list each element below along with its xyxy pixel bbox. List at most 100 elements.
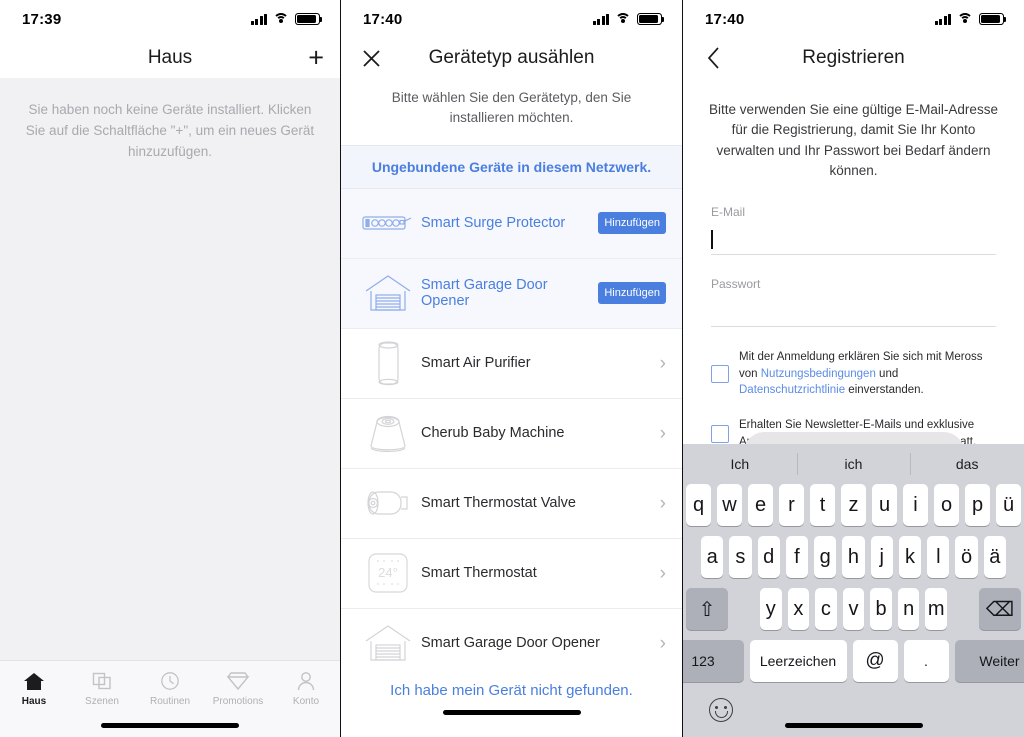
list-item[interactable]: 24° Smart Thermostat ›	[341, 539, 682, 609]
list-item-label: Cherub Baby Machine	[421, 425, 565, 441]
page-title: Gerätetyp ausählen	[428, 47, 595, 68]
key-i[interactable]: i	[903, 484, 928, 526]
key-n[interactable]: n	[897, 588, 920, 630]
key-l[interactable]: l	[927, 536, 950, 578]
list-item[interactable]: Smart Surge Protector Hinzufügen	[341, 188, 682, 259]
register-navbar: Registrieren	[683, 38, 1024, 78]
tab-szenen[interactable]: Szenen	[68, 661, 136, 717]
terms-link[interactable]: Nutzungsbedingungen	[761, 368, 876, 380]
key-h[interactable]: h	[842, 536, 865, 578]
key-m[interactable]: m	[925, 588, 948, 630]
key-y[interactable]: y	[759, 588, 782, 630]
page-title: Registrieren	[802, 47, 905, 68]
key-u[interactable]: u	[872, 484, 897, 526]
key-uuml[interactable]: ü	[996, 484, 1021, 526]
key-c[interactable]: c	[815, 588, 837, 630]
key-k[interactable]: k	[898, 536, 922, 578]
list-item-label: Smart Garage Door Opener	[421, 277, 548, 309]
tab-konto-label: Konto	[292, 696, 320, 707]
shift-key[interactable]: ⇧	[685, 588, 728, 630]
list-item[interactable]: Cherub Baby Machine ›	[341, 399, 682, 469]
at-key[interactable]: @	[852, 640, 898, 682]
terms-checkbox[interactable]	[711, 365, 729, 383]
list-item[interactable]: Smart Garage Door Opener ›	[341, 609, 682, 679]
home-navbar: Haus +	[0, 38, 340, 78]
chevron-right-icon: ›	[659, 422, 666, 444]
chevron-right-icon: ›	[659, 492, 666, 514]
key-s[interactable]: s	[729, 536, 752, 578]
status-bar-clock: 17:40	[363, 10, 403, 28]
suggestion-1[interactable]: ich	[797, 456, 911, 472]
phone-screen-home: 17:39 Haus + Sie haben noch keine Geräte…	[0, 0, 341, 737]
key-auml[interactable]: ä	[983, 536, 1006, 578]
back-chevron-icon[interactable]	[699, 44, 727, 72]
newsletter-checkbox[interactable]	[711, 424, 729, 443]
status-bar-icons	[250, 13, 323, 25]
add-button[interactable]: Hinzufügen	[598, 282, 666, 304]
device-type-list: Smart Surge Protector Hinzufügen Smart G…	[341, 188, 682, 737]
key-p[interactable]: p	[965, 484, 990, 526]
list-item[interactable]: Smart Garage Door Opener Hinzufügen	[341, 258, 682, 329]
tab-promotions[interactable]: Promotions	[204, 661, 272, 717]
status-bar-icons	[934, 13, 1007, 25]
chevron-right-icon: ›	[659, 632, 666, 654]
chevron-right-icon: ›	[659, 352, 666, 374]
suggestion-2[interactable]: das	[910, 456, 1024, 472]
key-t[interactable]: t	[810, 484, 835, 526]
email-input[interactable]	[711, 225, 996, 255]
list-item[interactable]: Smart Thermostat Valve ›	[341, 469, 682, 539]
add-device-button[interactable]: +	[308, 44, 324, 72]
go-key[interactable]: Weiter	[954, 640, 1024, 682]
key-r[interactable]: r	[779, 484, 804, 526]
numbers-key[interactable]: 123	[683, 640, 744, 682]
keyboard-row-1: q w e r t z u i o p ü	[683, 484, 1024, 536]
password-label: Passwort	[711, 277, 761, 291]
device-not-found-link[interactable]: Ich habe mein Gerät nicht gefunden.	[341, 676, 682, 709]
tab-konto[interactable]: Konto	[272, 661, 340, 717]
privacy-link[interactable]: Datenschutzrichtlinie	[739, 384, 845, 396]
key-x[interactable]: x	[787, 588, 810, 630]
dot-key[interactable]: .	[903, 640, 949, 682]
tab-promotions-label: Promotions	[212, 696, 264, 707]
device-type-footer: Ich habe mein Gerät nicht gefunden.	[341, 676, 682, 737]
space-key[interactable]: Leerzeichen	[749, 640, 847, 682]
password-input[interactable]	[711, 297, 996, 327]
status-bar-icons	[592, 13, 665, 25]
key-z[interactable]: z	[841, 484, 866, 526]
key-v[interactable]: v	[842, 588, 865, 630]
key-o[interactable]: o	[934, 484, 959, 526]
key-f[interactable]: f	[785, 536, 809, 578]
key-q[interactable]: q	[686, 484, 711, 526]
text-caret	[711, 230, 713, 249]
keyboard-suggestion-bar: Ich ich das	[683, 444, 1024, 484]
keyboard-row-4: 123 Leerzeichen @ . Weiter	[683, 640, 1024, 692]
list-item-label: Smart Thermostat	[421, 565, 537, 581]
key-e[interactable]: e	[748, 484, 773, 526]
key-a[interactable]: a	[701, 536, 724, 578]
add-button[interactable]: Hinzufügen	[598, 212, 666, 234]
emoji-icon[interactable]	[709, 698, 733, 722]
wifi-icon	[957, 13, 973, 25]
battery-icon	[637, 13, 665, 25]
key-d[interactable]: d	[757, 536, 780, 578]
unbound-devices-banner[interactable]: Ungebundene Geräte in diesem Netzwerk.	[341, 144, 682, 189]
key-g[interactable]: g	[814, 536, 837, 578]
tab-routinen[interactable]: Routinen	[136, 661, 204, 717]
keyboard-bottom-bar	[683, 692, 1024, 737]
key-b[interactable]: b	[870, 588, 892, 630]
terms-text-2: und	[875, 367, 899, 380]
key-w[interactable]: w	[717, 484, 742, 526]
baby-machine-icon	[355, 410, 421, 456]
terms-consent-row[interactable]: Mit der Anmeldung erklären Sie sich mit …	[711, 349, 996, 399]
suggestion-0[interactable]: Ich	[683, 456, 797, 472]
phone-screen-device-type: 17:40 Gerätetyp ausählen Bitte wählen Si…	[341, 0, 683, 737]
device-type-subtitle: Bitte wählen Sie den Gerätetyp, den Sie …	[391, 90, 632, 126]
tab-haus[interactable]: Haus	[0, 661, 68, 717]
key-ouml[interactable]: ö	[955, 536, 978, 578]
close-icon[interactable]	[357, 44, 385, 72]
chevron-right-icon: ›	[659, 562, 666, 584]
key-j[interactable]: j	[870, 536, 893, 578]
air-purifier-icon	[355, 338, 421, 388]
backspace-key[interactable]: ⌫	[979, 588, 1022, 630]
list-item[interactable]: Smart Air Purifier ›	[341, 329, 682, 399]
